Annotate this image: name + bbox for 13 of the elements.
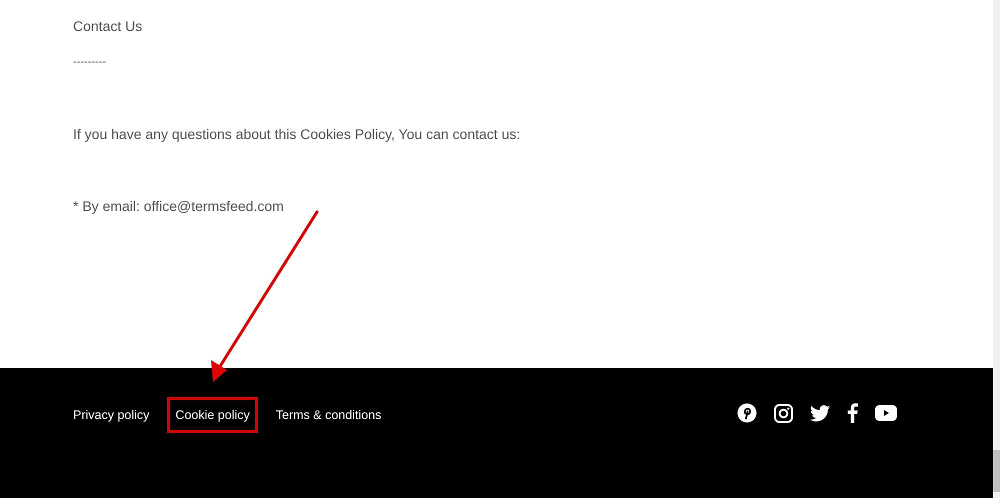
scrollbar[interactable] [993, 0, 1000, 498]
footer-link[interactable]: Privacy policy [73, 397, 158, 433]
instagram-icon[interactable] [774, 404, 793, 422]
pinterest-icon[interactable] [737, 403, 757, 423]
facebook-icon[interactable] [847, 403, 858, 423]
paragraph: If you have any questions about this Cookies Policy, You can contact us: [73, 125, 522, 143]
separator-text: --------- [73, 55, 107, 70]
footer-link[interactable]: Terms & conditions [268, 397, 390, 433]
paragraph: * By email: office@termsfeed.com [73, 197, 285, 215]
youtube-icon[interactable] [875, 405, 897, 421]
section-heading: Contact Us [73, 17, 144, 35]
twitter-icon[interactable] [810, 404, 830, 422]
footer-link[interactable]: Cookie policy [167, 397, 258, 433]
